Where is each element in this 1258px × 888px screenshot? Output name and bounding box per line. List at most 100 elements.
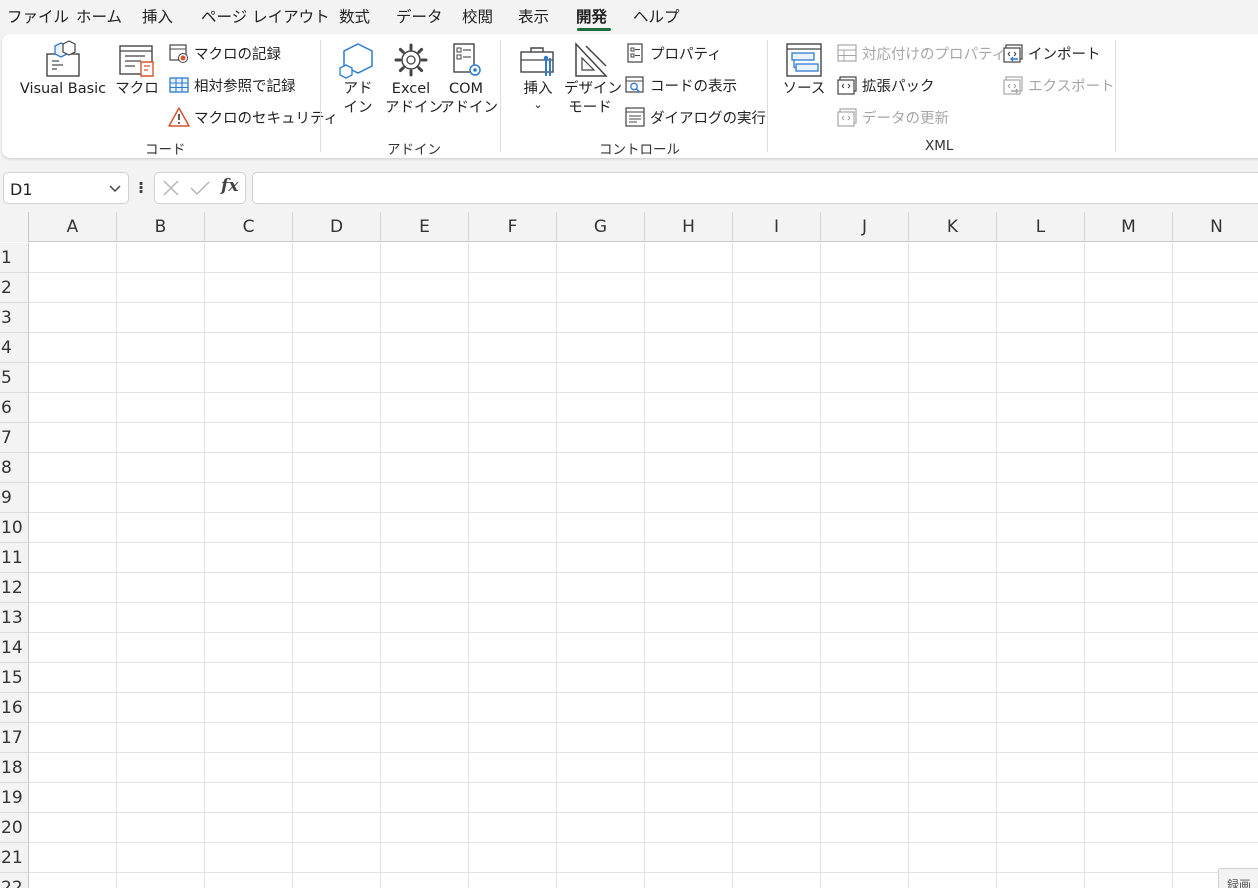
xml-source-button[interactable]: ソース xyxy=(782,40,826,99)
gridline-horizontal xyxy=(29,422,1258,423)
macro-button[interactable]: マクロ xyxy=(114,40,160,99)
cancel-icon[interactable] xyxy=(161,178,181,198)
addins-label-2: イン xyxy=(343,100,373,116)
record-macro-label: マクロの記録 xyxy=(194,46,281,63)
insert-function-icon[interactable]: fx xyxy=(221,176,238,196)
design-mode-button[interactable]: デザイン モード xyxy=(564,40,622,118)
gridline-vertical xyxy=(556,243,557,888)
design-mode-label-2: モード xyxy=(568,100,612,116)
row-header[interactable]: 20 xyxy=(0,813,29,843)
row-header[interactable]: 5 xyxy=(0,363,29,393)
row-header[interactable]: 4 xyxy=(0,333,29,363)
column-header[interactable]: B xyxy=(117,212,205,242)
row-header[interactable]: 9 xyxy=(0,483,29,513)
macro-icon xyxy=(119,45,154,77)
column-header[interactable]: F xyxy=(469,212,557,242)
row-header[interactable]: 1 xyxy=(0,243,29,273)
row-header[interactable]: 3 xyxy=(0,303,29,333)
name-box[interactable]: D1 xyxy=(3,172,129,204)
row-header[interactable]: 12 xyxy=(0,573,29,603)
tab-file[interactable]: ファイル xyxy=(7,5,69,27)
row-header[interactable]: 21 xyxy=(0,843,29,873)
tab-formulas[interactable]: 数式 xyxy=(339,5,370,27)
gridline-horizontal xyxy=(29,722,1258,723)
com-addins-button[interactable]: COM アドイン xyxy=(440,40,498,118)
gridline-vertical xyxy=(1084,243,1085,888)
record-macro-button[interactable]: マクロの記録 xyxy=(168,40,281,66)
row-header[interactable]: 11 xyxy=(0,543,29,573)
column-header[interactable]: M xyxy=(1085,212,1173,242)
row-header[interactable]: 6 xyxy=(0,393,29,423)
expansion-packs-button[interactable]: 拡張パック xyxy=(836,72,935,98)
column-header[interactable]: H xyxy=(645,212,733,242)
tab-page-layout[interactable]: ページ レイアウト xyxy=(201,5,330,27)
menu-bar: ファイル ホーム 挿入 ページ レイアウト 数式 データ 校閲 表示 開発 ヘル… xyxy=(0,0,1258,32)
tab-home[interactable]: ホーム xyxy=(76,5,122,27)
row-header[interactable]: 16 xyxy=(0,693,29,723)
visual-basic-button[interactable]: Visual Basic xyxy=(18,40,108,99)
row-header[interactable]: 2 xyxy=(0,273,29,303)
tab-help[interactable]: ヘルプ xyxy=(633,5,680,27)
tab-data[interactable]: データ xyxy=(396,5,443,27)
map-properties-icon xyxy=(837,44,857,62)
gridline-horizontal xyxy=(29,752,1258,753)
select-all-corner[interactable] xyxy=(0,212,29,242)
group-label-xml: XML xyxy=(925,138,954,154)
column-header[interactable]: A xyxy=(29,212,117,242)
relative-reference-button[interactable]: 相対参照で記録 xyxy=(168,72,296,98)
run-dialog-icon xyxy=(625,107,645,127)
xml-import-button[interactable]: インポート xyxy=(1002,40,1101,66)
name-box-value: D1 xyxy=(10,180,33,199)
xml-export-button[interactable]: エクスポート xyxy=(1002,72,1115,98)
column-header[interactable]: C xyxy=(205,212,293,242)
row-header[interactable]: 18 xyxy=(0,753,29,783)
properties-button[interactable]: プロパティ xyxy=(624,40,722,66)
view-code-button[interactable]: コードの表示 xyxy=(624,72,737,98)
gridline-vertical xyxy=(292,243,293,888)
row-header[interactable]: 15 xyxy=(0,663,29,693)
row-header[interactable]: 10 xyxy=(0,513,29,543)
refresh-data-button[interactable]: データの更新 xyxy=(836,104,949,130)
row-header[interactable]: 14 xyxy=(0,633,29,663)
row-header[interactable]: 22 xyxy=(0,873,29,888)
row-header[interactable]: 13 xyxy=(0,603,29,633)
column-header[interactable]: N xyxy=(1173,212,1258,242)
column-header[interactable]: J xyxy=(821,212,909,242)
worksheet-grid: ABCDEFGHIJKLMN 1 2 3 4 5 6 7 8 9 10 11 12 13 14 15 16 17… xyxy=(0,212,1258,888)
row-header[interactable]: 7 xyxy=(0,423,29,453)
run-dialog-button[interactable]: ダイアログの実行 xyxy=(624,104,766,130)
properties-icon xyxy=(627,43,643,63)
column-header[interactable]: D xyxy=(293,212,381,242)
group-label-code: コード xyxy=(145,142,186,158)
more-options-icon[interactable]: ⁝ xyxy=(138,178,144,197)
addins-button[interactable]: アド イン xyxy=(336,40,380,118)
formula-input[interactable] xyxy=(252,172,1258,204)
macro-security-button[interactable]: マクロのセキュリティ xyxy=(168,104,338,130)
enter-check-icon[interactable] xyxy=(189,178,211,198)
tab-developer[interactable]: 開発 xyxy=(576,5,607,27)
properties-label: プロパティ xyxy=(650,46,722,63)
row-header[interactable]: 17 xyxy=(0,723,29,753)
cell-area[interactable] xyxy=(29,243,1258,888)
row-header[interactable]: 8 xyxy=(0,453,29,483)
column-header[interactable]: E xyxy=(381,212,469,242)
map-properties-button[interactable]: 対応付けのプロパティ xyxy=(836,40,1006,66)
chevron-down-icon[interactable] xyxy=(108,180,122,196)
chevron-down-icon: ⌄ xyxy=(533,98,543,111)
row-header[interactable]: 19 xyxy=(0,783,29,813)
relative-reference-label: 相対参照で記録 xyxy=(194,78,296,95)
insert-control-button[interactable]: 挿入 ⌄ xyxy=(516,40,560,111)
column-header[interactable]: G xyxy=(557,212,645,242)
gridline-vertical xyxy=(820,243,821,888)
tab-view[interactable]: 表示 xyxy=(518,5,549,27)
column-header[interactable]: L xyxy=(997,212,1085,242)
status-badge: 録画 xyxy=(1218,868,1258,888)
tab-review[interactable]: 校閲 xyxy=(462,5,493,27)
gridline-horizontal xyxy=(29,362,1258,363)
excel-addins-button[interactable]: Excel アドイン xyxy=(385,40,443,118)
column-header[interactable]: I xyxy=(733,212,821,242)
design-mode-label-1: デザイン xyxy=(564,81,622,97)
tab-insert[interactable]: 挿入 xyxy=(142,5,173,27)
column-header[interactable]: K xyxy=(909,212,997,242)
refresh-data-label: データの更新 xyxy=(862,110,949,127)
